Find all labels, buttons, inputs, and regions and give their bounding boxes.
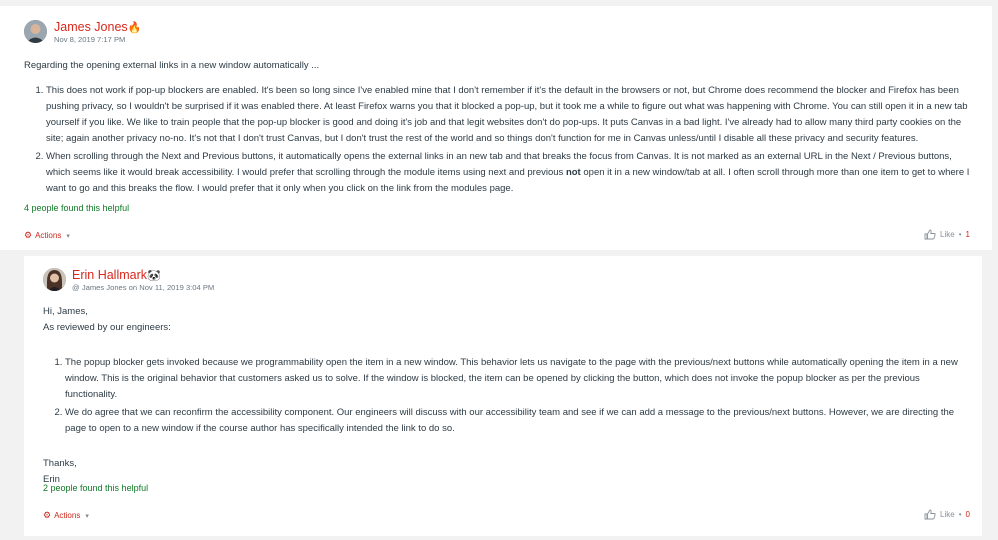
greeting-text: Hi, James, bbox=[43, 306, 88, 317]
numbered-list: The popup blocker gets invoked because w… bbox=[43, 355, 973, 437]
chevron-down-icon: ▾ bbox=[85, 512, 89, 520]
like-separator: • bbox=[958, 510, 962, 519]
post-body: Hi, James, As reviewed by our engineers:… bbox=[43, 304, 973, 488]
intro-text: Regarding the opening external links in … bbox=[24, 60, 320, 71]
post-body: Regarding the opening external links in … bbox=[24, 58, 974, 199]
fire-icon: 🔥 bbox=[127, 22, 142, 34]
helpful-count[interactable]: 4 people found this helpful bbox=[24, 203, 129, 213]
thumbs-up-icon bbox=[924, 229, 936, 240]
actions-menu-button[interactable]: ⚙ Actions ▾ bbox=[43, 510, 89, 521]
list-item: When scrolling through the Next and Prev… bbox=[46, 149, 974, 197]
panda-icon: 🐼 bbox=[147, 270, 161, 282]
intro-text: As reviewed by our engineers: bbox=[43, 322, 171, 333]
reply-post-james: James Jones🔥 Nov 8, 2019 7:17 PM Regardi… bbox=[0, 6, 992, 250]
like-button[interactable]: Like • 0 bbox=[924, 509, 970, 520]
thumbs-up-icon bbox=[924, 509, 936, 520]
author-link[interactable]: James Jones bbox=[54, 20, 128, 34]
like-count: 1 bbox=[965, 230, 970, 239]
author-name[interactable]: Erin Hallmark🐼 bbox=[72, 268, 161, 282]
avatar[interactable] bbox=[24, 20, 47, 43]
chevron-down-icon: ▾ bbox=[66, 232, 70, 240]
actions-label: Actions bbox=[54, 511, 81, 520]
gear-icon: ⚙ bbox=[24, 230, 33, 240]
like-count: 0 bbox=[965, 510, 970, 519]
author-name[interactable]: James Jones🔥 bbox=[54, 20, 141, 34]
like-label: Like bbox=[940, 230, 955, 239]
gear-icon: ⚙ bbox=[43, 510, 52, 520]
reply-post-erin: Erin Hallmark🐼 @ James Jones on Nov 11, … bbox=[24, 256, 982, 536]
reply-meta: @ James Jones on Nov 11, 2019 3:04 PM bbox=[72, 283, 215, 292]
like-button[interactable]: Like • 1 bbox=[924, 229, 970, 240]
author-link[interactable]: Erin Hallmark bbox=[72, 268, 147, 282]
helpful-count[interactable]: 2 people found this helpful bbox=[43, 483, 148, 493]
post-date: Nov 8, 2019 7:17 PM bbox=[54, 35, 126, 44]
list-item: This does not work if pop-up blockers ar… bbox=[46, 83, 974, 147]
list-item: The popup blocker gets invoked because w… bbox=[65, 355, 973, 403]
closing-text: Thanks, bbox=[43, 458, 77, 469]
numbered-list: This does not work if pop-up blockers ar… bbox=[24, 83, 974, 197]
like-label: Like bbox=[940, 510, 955, 519]
actions-menu-button[interactable]: ⚙ Actions ▾ bbox=[24, 230, 70, 241]
actions-label: Actions bbox=[35, 231, 62, 240]
signature-text: Erin bbox=[43, 474, 60, 485]
list-item: We do agree that we can reconfirm the ac… bbox=[65, 405, 973, 437]
like-separator: • bbox=[958, 230, 962, 239]
avatar[interactable] bbox=[43, 268, 66, 291]
